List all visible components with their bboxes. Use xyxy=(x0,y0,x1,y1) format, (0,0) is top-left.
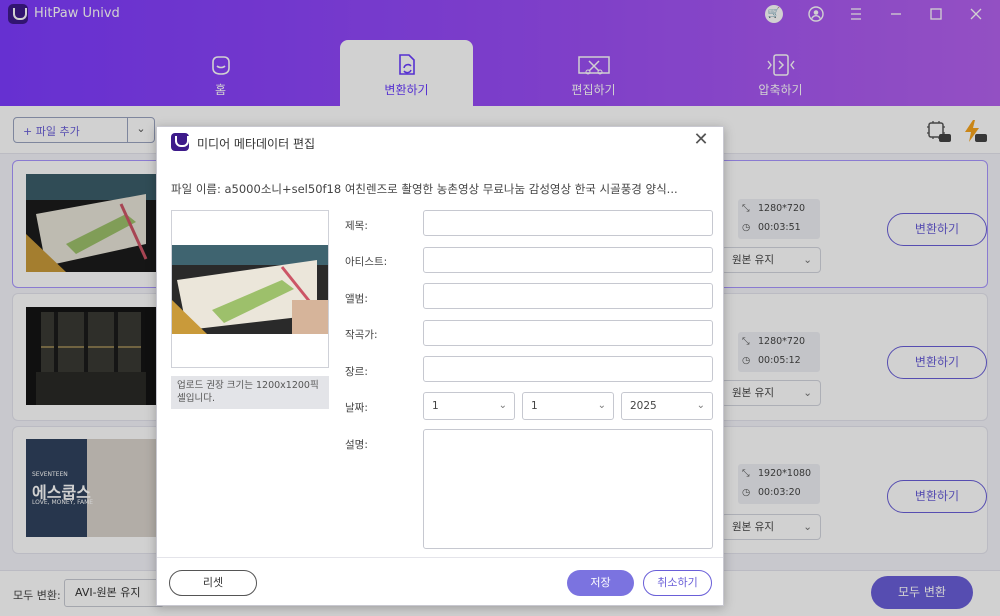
year-select[interactable]: 2025 ⌄ xyxy=(621,392,713,420)
metadata-dialog: 미디어 메타데이터 편집 ✕ 파일 이름: a5000소니+sel50f18 여… xyxy=(156,126,724,606)
date-label: 날짜: xyxy=(345,402,368,414)
title-input[interactable] xyxy=(423,210,713,236)
chevron-down-icon: ⌄ xyxy=(696,400,705,411)
cover-size-note: 업로드 권장 크기는 1200x1200픽셀입니다. xyxy=(171,376,329,409)
dialog-title: 미디어 메타데이터 편집 xyxy=(197,137,316,151)
app-logo-icon xyxy=(171,133,189,151)
chevron-down-icon: ⌄ xyxy=(597,400,606,411)
cancel-button[interactable]: 취소하기 xyxy=(643,570,712,596)
file-name-text: 파일 이름: a5000소니+sel50f18 여친렌즈로 촬영한 농촌영상 무… xyxy=(171,182,678,196)
day-select[interactable]: 1 ⌄ xyxy=(522,392,614,420)
dialog-divider xyxy=(157,557,723,558)
close-icon[interactable]: ✕ xyxy=(691,130,711,150)
artist-label: 아티스트: xyxy=(345,256,388,268)
artist-input[interactable] xyxy=(423,247,713,273)
cover-image xyxy=(172,245,328,334)
description-textarea[interactable] xyxy=(423,429,713,549)
genre-input[interactable] xyxy=(423,356,713,382)
cover-image-upload[interactable] xyxy=(171,210,329,368)
album-input[interactable] xyxy=(423,283,713,309)
description-label: 설명: xyxy=(345,439,368,451)
title-label: 제목: xyxy=(345,220,368,232)
album-label: 앨범: xyxy=(345,293,368,305)
chevron-down-icon: ⌄ xyxy=(498,400,507,411)
month-select[interactable]: 1 ⌄ xyxy=(423,392,515,420)
composer-input[interactable] xyxy=(423,320,713,346)
save-button[interactable]: 저장 xyxy=(567,570,634,596)
reset-button[interactable]: 리셋 xyxy=(169,570,257,596)
composer-label: 작곡가: xyxy=(345,329,378,341)
genre-label: 장르: xyxy=(345,366,368,378)
